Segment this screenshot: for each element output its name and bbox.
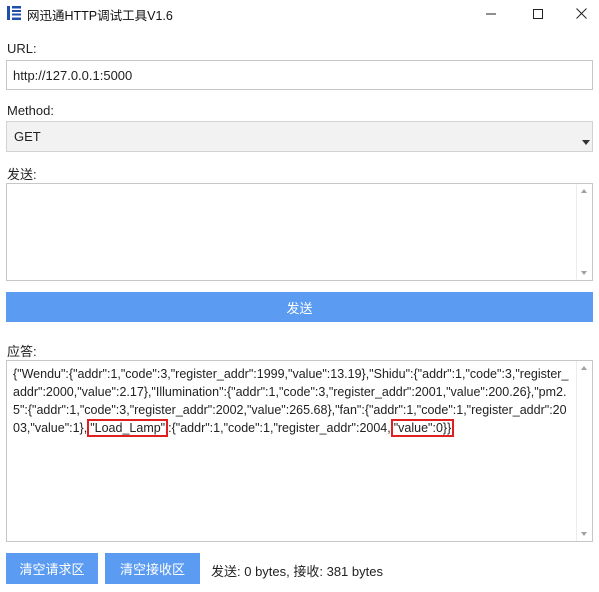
minimize-icon	[486, 13, 496, 14]
close-icon	[575, 8, 587, 19]
http-debug-tool-window: 网迅通HTTP调试工具V1.6 URL: Method: GET 发送:	[0, 0, 599, 592]
clear-request-button[interactable]: 清空请求区	[6, 553, 98, 584]
method-label: Method:	[7, 103, 54, 118]
scroll-down-arrow-icon[interactable]	[581, 532, 587, 536]
highlight-value: "value":0}}	[390, 419, 455, 437]
clear-response-button[interactable]: 清空接收区	[105, 553, 200, 584]
highlight-load-lamp: "Load_Lamp"	[87, 419, 169, 437]
response-textarea[interactable]: {"Wendu":{"addr":1,"code":3,"register_ad…	[6, 360, 593, 542]
title-bar[interactable]: 网迅通HTTP调试工具V1.6	[0, 0, 599, 27]
app-logo-icon	[6, 5, 22, 21]
maximize-icon	[533, 8, 543, 19]
request-scrollbar[interactable]	[576, 184, 592, 280]
close-button[interactable]	[558, 0, 599, 27]
method-selected-value: GET	[14, 129, 41, 144]
scroll-down-arrow-icon[interactable]	[581, 271, 587, 275]
request-body-textarea[interactable]	[6, 183, 593, 281]
method-select[interactable]: GET	[6, 121, 593, 152]
dropdown-arrow-icon	[582, 140, 590, 145]
send-label: 发送:	[7, 167, 37, 182]
byte-count-status: 发送: 0 bytes, 接收: 381 bytes	[211, 564, 383, 579]
send-button[interactable]: 发送	[6, 292, 593, 322]
maximize-button[interactable]	[515, 0, 561, 27]
url-label: URL:	[7, 41, 37, 56]
scroll-up-arrow-icon[interactable]	[581, 189, 587, 193]
minimize-button[interactable]	[468, 0, 514, 27]
url-input[interactable]	[6, 60, 593, 90]
scroll-up-arrow-icon[interactable]	[581, 366, 587, 370]
response-text-part-2: :{"addr":1,"code":1,"register_addr":2004…	[168, 421, 391, 435]
window-title: 网迅通HTTP调试工具V1.6	[27, 9, 173, 23]
response-scrollbar[interactable]	[576, 361, 592, 541]
response-label: 应答:	[7, 344, 37, 359]
